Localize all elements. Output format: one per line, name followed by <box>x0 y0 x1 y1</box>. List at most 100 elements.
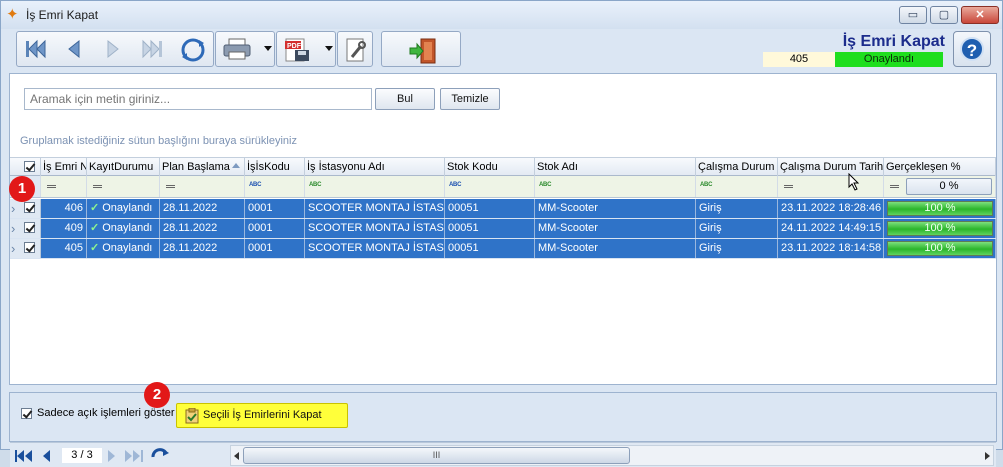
column-header-plan-baslama[interactable]: Plan Başlama <box>160 158 245 176</box>
select-all-column[interactable] <box>10 158 41 176</box>
nav-first-icon[interactable] <box>14 449 34 463</box>
tools-icon <box>346 38 366 62</box>
minimize-button[interactable]: ▭ <box>899 6 927 24</box>
column-header-is-istasyonu-adi[interactable]: İş İstasyonu Adı <box>305 158 445 176</box>
equals-operator-icon <box>47 185 56 188</box>
cell-calisma-durum-tarihi[interactable]: 23.11.2022 18:14:58 <box>778 239 884 258</box>
cell-stok-adi[interactable]: MM-Scooter <box>535 239 696 258</box>
cell-is-emri-no[interactable]: 405 <box>41 239 87 258</box>
filter-cell-stok-adi[interactable]: ABC <box>535 176 696 197</box>
select-all-checkbox[interactable] <box>24 161 35 172</box>
cell-row-indicator[interactable]: › <box>10 199 41 218</box>
cell-stok-kodu[interactable]: 00051 <box>445 239 535 258</box>
filter-cell-is-istasyonu-adi[interactable]: ABC <box>305 176 445 197</box>
open-only-label[interactable]: Sadece açık işlemleri göster <box>37 407 175 419</box>
filter-cell-isis-kodu[interactable]: ABC <box>245 176 305 197</box>
open-only-checkbox[interactable] <box>21 408 32 419</box>
row-select-checkbox[interactable] <box>24 242 35 253</box>
kayit-durumu-text: Onaylandı <box>102 202 153 214</box>
cell-row-indicator[interactable]: › <box>10 219 41 238</box>
table-row[interactable]: › 405 ✓ Onaylandı 28.11.2022 0001 SCOOTER MONT… <box>10 239 996 259</box>
cell-stok-kodu[interactable]: 00051 <box>445 199 535 218</box>
cell-stok-kodu[interactable]: 00051 <box>445 219 535 238</box>
filter-cell-is-emri-no[interactable] <box>41 176 87 197</box>
row-select-checkbox[interactable] <box>24 202 35 213</box>
pdf-dropdown-arrow[interactable] <box>325 46 333 51</box>
cell-stok-adi[interactable]: MM-Scooter <box>535 219 696 238</box>
nav-refresh-icon[interactable] <box>150 447 170 463</box>
clear-button[interactable]: Temizle <box>440 88 500 110</box>
next-record-button[interactable] <box>94 32 132 66</box>
cell-kayit-durumu[interactable]: ✓ Onaylandı <box>87 199 160 218</box>
exit-icon <box>409 38 436 64</box>
cell-isis-kodu[interactable]: 0001 <box>245 199 305 218</box>
refresh-button[interactable] <box>173 32 211 66</box>
column-header-is-emri-no[interactable]: İş Emri N <box>41 158 87 176</box>
cell-plan-baslama[interactable]: 28.11.2022 <box>160 219 245 238</box>
row-select-checkbox[interactable] <box>24 222 35 233</box>
exit-button[interactable] <box>402 32 442 66</box>
filter-cell-gerceklesen[interactable]: 0 % <box>884 176 996 197</box>
cell-is-emri-no[interactable]: 406 <box>41 199 87 218</box>
column-header-gerceklesen[interactable]: Gerçekleşen % <box>884 158 996 176</box>
column-header-stok-kodu[interactable]: Stok Kodu <box>445 158 535 176</box>
cell-calisma-durum-tarihi[interactable]: 23.11.2022 18:28:46 <box>778 199 884 218</box>
print-button[interactable] <box>216 32 262 66</box>
scroll-right-icon[interactable] <box>985 452 990 460</box>
maximize-button[interactable]: ▢ <box>930 6 958 24</box>
first-record-button[interactable] <box>17 32 55 66</box>
cell-stok-adi[interactable]: MM-Scooter <box>535 199 696 218</box>
cell-isis-kodu[interactable]: 0001 <box>245 219 305 238</box>
column-header-isis-kodu[interactable]: İşİsKodu <box>245 158 305 176</box>
tools-button[interactable] <box>338 32 372 66</box>
nav-next-icon[interactable] <box>106 449 118 463</box>
nav-previous-icon[interactable] <box>40 449 52 463</box>
cell-gerceklesen[interactable]: 100 % <box>884 199 996 218</box>
close-selected-work-orders-button[interactable]: Seçili İş Emirlerini Kapat <box>176 403 348 428</box>
navigation-toolbar-group <box>16 31 214 67</box>
cell-plan-baslama[interactable]: 28.11.2022 <box>160 199 245 218</box>
column-header-calisma-durum[interactable]: Çalışma Durum <box>696 158 778 176</box>
filter-cell-calisma-durum-tarihi[interactable] <box>778 173 884 197</box>
progress-bar: 100 % <box>887 241 993 256</box>
cell-gerceklesen[interactable]: 100 % <box>884 219 996 238</box>
plan-baslama-label: Plan Başlama <box>162 161 230 173</box>
close-button[interactable]: ✕ <box>961 6 999 24</box>
title-bar: ✦ İş Emri Kapat ▭ ▢ ✕ <box>1 1 1002 29</box>
cell-plan-baslama[interactable]: 28.11.2022 <box>160 239 245 258</box>
last-record-button[interactable] <box>133 32 171 66</box>
filter-cell-calisma-durum[interactable]: ABC <box>696 176 778 197</box>
cell-calisma-durum[interactable]: Giriş <box>696 199 778 218</box>
cell-is-istasyonu-adi[interactable]: SCOOTER MONTAJ İSTASYONU <box>305 239 445 258</box>
filter-cell-plan-baslama[interactable] <box>160 176 245 197</box>
cell-row-indicator[interactable]: › <box>10 239 41 258</box>
cell-is-istasyonu-adi[interactable]: SCOOTER MONTAJ İSTASYONU <box>305 199 445 218</box>
cell-gerceklesen[interactable]: 100 % <box>884 239 996 258</box>
help-button[interactable]: ? <box>953 31 991 67</box>
column-header-kayit-durumu[interactable]: KayıtDurumu <box>87 158 160 176</box>
cell-is-istasyonu-adi[interactable]: SCOOTER MONTAJ İSTASYONU <box>305 219 445 238</box>
record-number: 405 <box>763 52 835 67</box>
cell-kayit-durumu[interactable]: ✓ Onaylandı <box>87 239 160 258</box>
filter-cell-kayit-durumu[interactable] <box>87 176 160 197</box>
find-button[interactable]: Bul <box>375 88 435 110</box>
print-dropdown-arrow[interactable] <box>264 46 272 51</box>
column-header-calisma-durum-tarihi[interactable]: Çalışma Durum Tarihi <box>778 158 884 176</box>
cell-calisma-durum-tarihi[interactable]: 24.11.2022 14:49:15 <box>778 219 884 238</box>
cell-isis-kodu[interactable]: 0001 <box>245 239 305 258</box>
nav-last-icon[interactable] <box>124 449 144 463</box>
pdf-export-button[interactable]: PDF <box>277 32 323 66</box>
previous-record-button[interactable] <box>55 32 93 66</box>
scroll-left-icon[interactable] <box>234 452 239 460</box>
cell-is-emri-no[interactable]: 409 <box>41 219 87 238</box>
cell-calisma-durum[interactable]: Giriş <box>696 219 778 238</box>
column-header-stok-adi[interactable]: Stok Adı <box>535 158 696 176</box>
table-row[interactable]: › 409 ✓ Onaylandı 28.11.2022 0001 SCOOTER MONT… <box>10 219 996 239</box>
search-input[interactable] <box>24 88 372 110</box>
cell-kayit-durumu[interactable]: ✓ Onaylandı <box>87 219 160 238</box>
table-row[interactable]: › 406 ✓ Onaylandı 28.11.2022 0001 SCOOTER MONT… <box>10 199 996 219</box>
percent-filter-value[interactable]: 0 % <box>906 178 992 195</box>
horizontal-scrollbar[interactable]: III <box>230 445 994 466</box>
cell-calisma-durum[interactable]: Giriş <box>696 239 778 258</box>
filter-cell-stok-kodu[interactable]: ABC <box>445 176 535 197</box>
